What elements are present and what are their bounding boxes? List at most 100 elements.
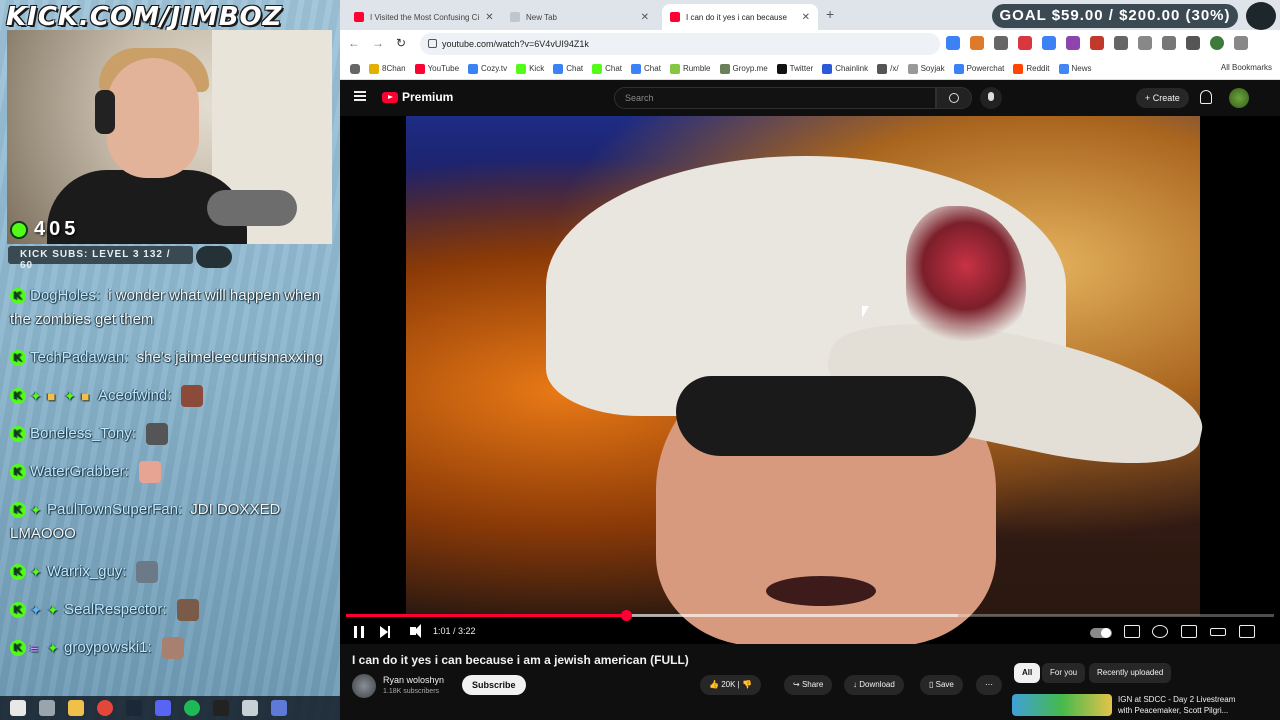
close-tab-icon[interactable]: ✕ (802, 12, 810, 23)
tab[interactable]: I Visited the Most Confusing Ci ✕ (346, 4, 496, 30)
bookmark[interactable]: Chainlink (822, 63, 868, 74)
share-button[interactable]: ↪ Share (784, 675, 833, 695)
steam-icon[interactable] (126, 700, 142, 716)
subscribe-button[interactable]: Subscribe (462, 675, 526, 695)
chrome-icon[interactable] (97, 700, 113, 716)
autoplay-toggle[interactable] (1090, 628, 1112, 638)
bookmark[interactable]: YouTube (414, 63, 459, 74)
app-icon[interactable] (242, 700, 258, 716)
all-bookmarks[interactable]: All Bookmarks (1221, 63, 1272, 72)
new-tab-icon[interactable]: + (826, 6, 834, 22)
miniplayer-icon[interactable] (1181, 625, 1197, 638)
more-actions-icon[interactable]: ⋯ (976, 675, 1002, 695)
rumble-favicon-icon (669, 63, 680, 74)
bookmark[interactable]: Soyjak (907, 63, 945, 74)
time-display: 1:01 / 3:22 (433, 626, 476, 636)
reload-icon[interactable]: ↻ (396, 36, 406, 50)
extension-icon[interactable] (946, 36, 960, 50)
download-button[interactable]: ↓ Download (844, 675, 904, 695)
kick-badge-icon: K (10, 426, 26, 443)
channel-name[interactable]: Ryan woloshyn (383, 675, 444, 685)
bookmark[interactable]: Twitter (776, 63, 813, 74)
video-player[interactable]: 1:01 / 3:22 (340, 116, 1280, 644)
video-title: I can do it yes i can because i am a jew… (352, 653, 689, 667)
hamburger-menu-icon[interactable] (354, 91, 366, 101)
extension-icon[interactable] (970, 36, 984, 50)
windows-start-icon[interactable] (10, 700, 26, 716)
bookmark[interactable]: Rumble (669, 63, 711, 74)
spotify-icon[interactable] (184, 700, 200, 716)
chip-all[interactable]: All (1014, 663, 1041, 683)
chip-recently-uploaded[interactable]: Recently uploaded (1089, 663, 1172, 683)
close-tab-icon[interactable]: ✕ (641, 12, 649, 23)
settings-gear-icon[interactable] (1152, 625, 1168, 638)
terminal-icon[interactable] (213, 700, 229, 716)
extension-icon[interactable] (994, 36, 1008, 50)
discord-icon[interactable] (155, 700, 171, 716)
sword-badge-icon: ✦ (30, 388, 42, 405)
bookmark[interactable]: Powerchat (953, 63, 1004, 74)
bookmark[interactable]: Chat (592, 63, 622, 74)
bookmark[interactable]: /x/ (877, 63, 899, 74)
kick-badge-icon: K (10, 288, 26, 305)
address-bar[interactable]: youtube.com/watch?v=6V4vUI94Z1k (420, 33, 940, 55)
create-button[interactable]: + Create (1136, 88, 1189, 108)
site-info-icon[interactable] (428, 39, 437, 48)
chat-username: Warrix_guy: (47, 563, 127, 580)
forward-icon[interactable]: → (372, 36, 384, 50)
bookmark-label: Soyjak (920, 64, 945, 73)
extensions-puzzle-icon[interactable] (1138, 36, 1152, 50)
channel-avatar[interactable] (352, 674, 376, 698)
chip-for-you[interactable]: For you (1042, 663, 1086, 683)
menu-icon[interactable] (1186, 36, 1200, 50)
create-label: Create (1152, 93, 1180, 103)
more-options-icon[interactable] (1234, 36, 1248, 50)
progress-bar[interactable] (346, 610, 1274, 621)
file-explorer-icon[interactable] (68, 700, 84, 716)
extension-icon[interactable] (1042, 36, 1056, 50)
save-button[interactable]: ▯ Save (920, 675, 963, 695)
bookmark[interactable]: 8Chan (369, 63, 406, 74)
sidepanel-icon[interactable] (1162, 36, 1176, 50)
extension-icon[interactable] (1066, 36, 1080, 50)
voice-search-icon[interactable] (980, 87, 1002, 109)
share-label: Share (801, 680, 824, 689)
recommended-title[interactable]: IGN at SDCC - Day 2 Livestream with Peac… (1118, 694, 1248, 716)
extension-icon[interactable] (1018, 36, 1032, 50)
app-icon[interactable] (271, 700, 287, 716)
search-icon[interactable] (936, 87, 972, 109)
apps-grid-icon[interactable] (350, 63, 360, 74)
bookmark[interactable]: News (1058, 63, 1092, 74)
bookmark[interactable]: Groyp.me (719, 63, 768, 74)
recommended-thumbnail[interactable] (1012, 694, 1112, 716)
volume-icon[interactable] (410, 624, 421, 638)
pause-icon[interactable] (354, 626, 364, 638)
sub-badge-icon: ≡ (30, 640, 39, 657)
bookmark[interactable]: Kick (516, 63, 544, 74)
fullscreen-icon[interactable] (1239, 625, 1255, 638)
bookmark[interactable]: Cozy.tv (468, 63, 508, 74)
like-button[interactable]: 👍 20K | 👎 (700, 675, 761, 695)
chat-username: PaulTownSuperFan: (47, 501, 183, 518)
bookmark[interactable]: Chat (553, 63, 583, 74)
next-icon[interactable] (380, 626, 390, 638)
player-controls: 1:01 / 3:22 (340, 620, 1280, 644)
back-icon[interactable]: ← (348, 36, 360, 50)
duration: 3:22 (458, 626, 476, 636)
notifications-bell-icon[interactable] (1200, 90, 1212, 104)
account-avatar[interactable] (1229, 88, 1249, 108)
tab-active[interactable]: I can do it yes i can because ✕ (662, 4, 818, 30)
bookmark-label: Cozy.tv (481, 64, 508, 73)
theater-mode-icon[interactable] (1210, 628, 1226, 636)
extension-icon[interactable] (1114, 36, 1128, 50)
tab[interactable]: New Tab ✕ (502, 4, 657, 30)
captions-icon[interactable] (1124, 625, 1140, 638)
profile-icon[interactable] (1210, 36, 1224, 50)
bookmark[interactable]: Reddit (1013, 63, 1050, 74)
bookmark[interactable]: Chat (631, 63, 661, 74)
extension-icon[interactable] (1090, 36, 1104, 50)
task-view-icon[interactable] (39, 700, 55, 716)
search-input[interactable]: Search (614, 87, 936, 109)
youtube-logo[interactable]: Premium (382, 90, 453, 104)
close-tab-icon[interactable]: ✕ (485, 12, 493, 23)
